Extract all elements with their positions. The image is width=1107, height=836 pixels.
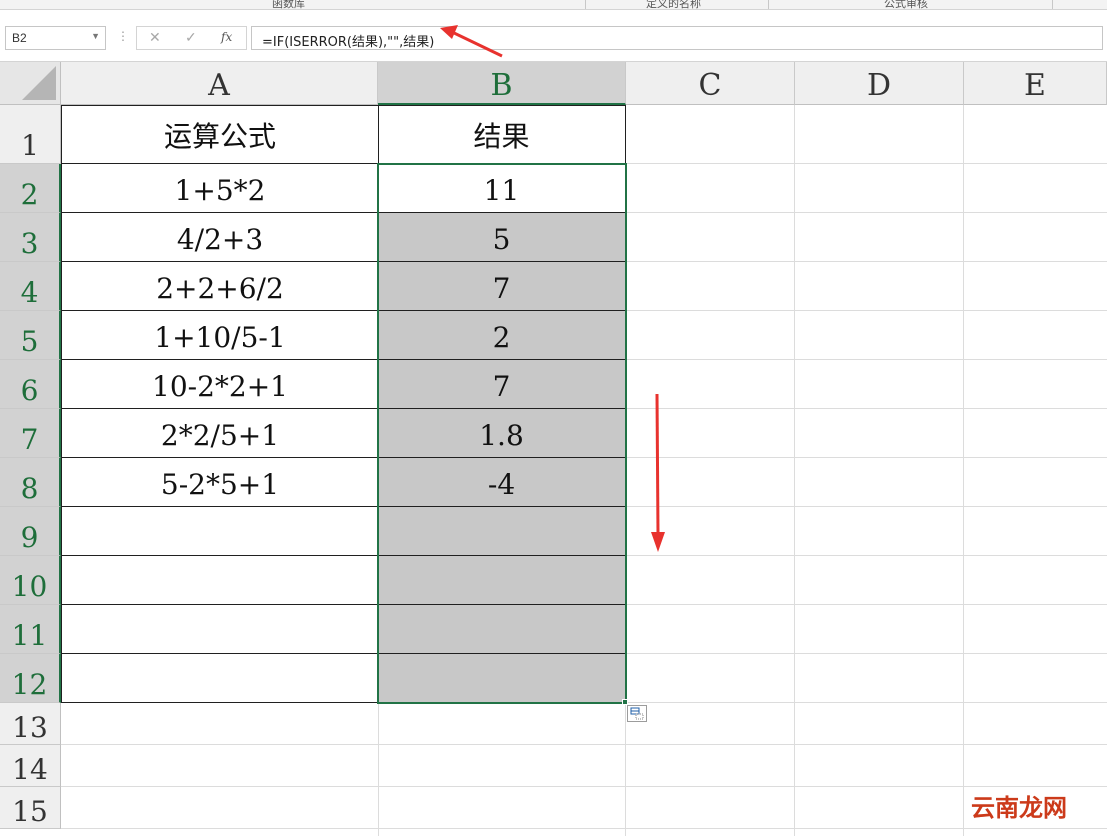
row-header-8[interactable]: 8: [0, 458, 61, 507]
select-all-triangle-icon: [22, 66, 56, 100]
name-box[interactable]: B2 ▼: [5, 26, 106, 50]
row-header-5[interactable]: 5: [0, 311, 61, 360]
row-header-9[interactable]: 9: [0, 507, 61, 556]
ribbon-group-labels: 函数库 定义的名称 公式审核: [0, 0, 1107, 10]
cell-a5[interactable]: 1+10/5-1: [61, 311, 379, 360]
row-header-15[interactable]: 15: [0, 787, 61, 829]
cell-b8[interactable]: -4: [378, 458, 626, 507]
row-header-10[interactable]: 10: [0, 556, 61, 605]
row-header-4[interactable]: 4: [0, 262, 61, 311]
cell-b3[interactable]: 5: [378, 213, 626, 262]
cell-a2[interactable]: 1+5*2: [61, 164, 379, 213]
row-header-11[interactable]: 11: [0, 605, 61, 654]
column-header-e[interactable]: E: [964, 62, 1107, 105]
column-header-b[interactable]: B: [378, 62, 626, 105]
quick-analysis-icon[interactable]: [627, 705, 647, 722]
cell-a8[interactable]: 5-2*5+1: [61, 458, 379, 507]
name-box-dropdown-icon[interactable]: ▼: [91, 31, 100, 41]
cell-b7[interactable]: 1.8: [378, 409, 626, 458]
cell-b4[interactable]: 7: [378, 262, 626, 311]
insert-function-icon[interactable]: fx: [221, 30, 232, 44]
cell-a4[interactable]: 2+2+6/2: [61, 262, 379, 311]
select-all-button[interactable]: [0, 62, 61, 105]
column-header-c[interactable]: C: [626, 62, 795, 105]
cell-b12[interactable]: [378, 654, 626, 703]
cell-a3[interactable]: 4/2+3: [61, 213, 379, 262]
cell-a12[interactable]: [61, 654, 379, 703]
annotation-arrow-formula: [440, 25, 503, 58]
cell-a1[interactable]: 运算公式: [61, 105, 379, 164]
cell-b1[interactable]: 结果: [378, 105, 626, 164]
row-header-2[interactable]: 2: [0, 164, 61, 213]
name-box-value: B2: [12, 31, 27, 45]
row-header-13[interactable]: 13: [0, 703, 61, 745]
cancel-icon[interactable]: ✕: [149, 29, 161, 46]
column-header-d[interactable]: D: [795, 62, 964, 105]
cell-b2[interactable]: 11: [378, 164, 626, 213]
row-header-3[interactable]: 3: [0, 213, 61, 262]
row-header-12[interactable]: 12: [0, 654, 61, 703]
cell-b9[interactable]: [378, 507, 626, 556]
row-header-6[interactable]: 6: [0, 360, 61, 409]
cell-b11[interactable]: [378, 605, 626, 654]
column-header-a[interactable]: A: [61, 62, 378, 105]
cell-b6[interactable]: 7: [378, 360, 626, 409]
cell-a10[interactable]: [61, 556, 379, 605]
formula-input[interactable]: =IF(ISERROR(结果),"",结果): [251, 26, 1103, 50]
row-header-1[interactable]: 1: [0, 105, 61, 164]
watermark-logo: 云南龙网: [967, 787, 1071, 824]
row-header-7[interactable]: 7: [0, 409, 61, 458]
row-header-14[interactable]: 14: [0, 745, 61, 787]
cell-a11[interactable]: [61, 605, 379, 654]
ribbon-group-defined-names: 定义的名称: [646, 0, 701, 10]
cell-a7[interactable]: 2*2/5+1: [61, 409, 379, 458]
cell-b10[interactable]: [378, 556, 626, 605]
cell-a9[interactable]: [61, 507, 379, 556]
formula-bar: B2 ▼ ⋮ ✕ ✓ fx =IF(ISERROR(结果),"",结果): [0, 10, 1107, 62]
spreadsheet-grid: A B C D E 1 2 3 4 5 6 7 8 9 10 11 12 13 …: [0, 62, 1107, 836]
cell-b5[interactable]: 2: [378, 311, 626, 360]
formula-bar-resize-handle[interactable]: ⋮: [117, 29, 129, 43]
ribbon-group-function-library: 函数库: [272, 0, 305, 10]
cell-a6[interactable]: 10-2*2+1: [61, 360, 379, 409]
annotation-arrow-down: [651, 393, 665, 552]
enter-icon[interactable]: ✓: [185, 29, 197, 46]
formula-buttons: ✕ ✓ fx: [136, 26, 247, 50]
ribbon-group-formula-auditing: 公式审核: [884, 0, 928, 10]
